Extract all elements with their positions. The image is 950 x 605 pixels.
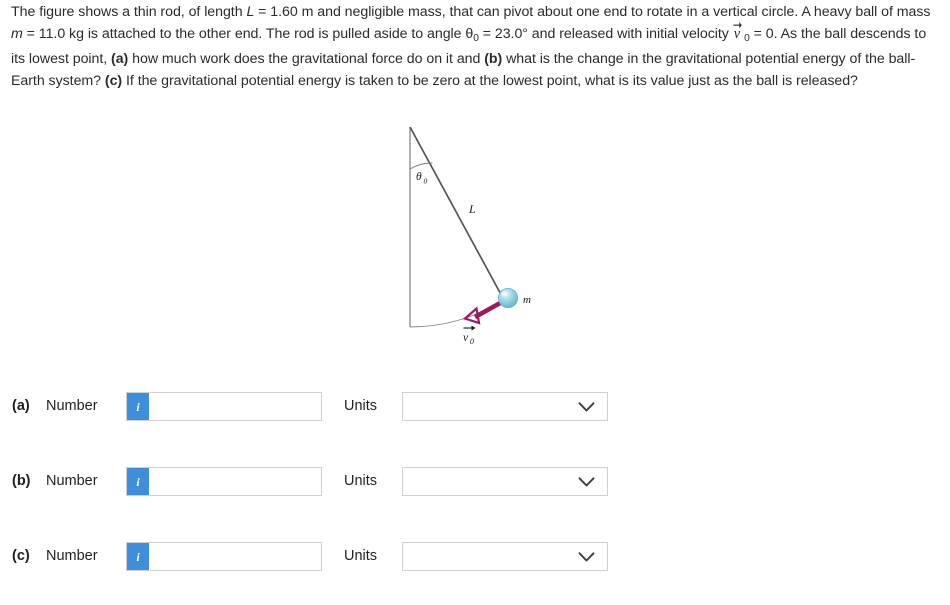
chevron-down-icon-b xyxy=(578,476,595,487)
label-part-c: (c) xyxy=(104,72,123,89)
number-input-a[interactable] xyxy=(149,393,321,420)
answer-row-c-number-field-group: i xyxy=(126,542,322,571)
problem-statement: The figure shows a thin rod, of length L… xyxy=(11,2,939,92)
number-input-b[interactable] xyxy=(149,468,321,495)
svg-text:v: v xyxy=(463,332,469,344)
units-dropdown-b[interactable] xyxy=(402,467,608,496)
info-icon-a[interactable]: i xyxy=(127,393,149,420)
rod-length-label-L: L xyxy=(468,202,476,216)
info-icon-c[interactable]: i xyxy=(127,543,149,570)
rod-line xyxy=(409,126,505,301)
answer-row-a-units-label: Units xyxy=(344,398,378,414)
vector-v-symbol: v xyxy=(733,25,741,42)
answer-row-a-number-label: Number xyxy=(46,398,98,414)
problem-text-L-equation: = 1.60 m and negligible mass, that can p… xyxy=(254,4,931,20)
answer-row-c-units-label: Units xyxy=(344,548,378,564)
mass-label-m: m xyxy=(523,294,531,306)
velocity-arrow xyxy=(462,299,504,325)
chevron-down-icon-a xyxy=(578,401,595,412)
problem-text-part-c: If the gravitational potential energy is… xyxy=(122,72,858,89)
answer-row-c-number-label: Number xyxy=(46,548,98,564)
answer-row-b-number-field-group: i xyxy=(126,467,322,496)
answer-row-a-tag: (a) xyxy=(12,398,30,414)
label-part-a: (a) xyxy=(111,51,129,68)
answer-row-b-units-label: Units xyxy=(344,473,378,489)
ball-highlight xyxy=(501,291,508,297)
label-part-b: (b) xyxy=(484,51,503,68)
answer-row-c-tag: (c) xyxy=(12,548,30,564)
units-dropdown-c[interactable] xyxy=(402,542,608,571)
problem-text-theta-equation: = 23.0° and released with initial veloci… xyxy=(478,25,733,42)
info-icon-b[interactable]: i xyxy=(127,468,149,495)
vector-v0: v xyxy=(733,22,742,46)
ball-mass xyxy=(498,287,519,308)
answer-row-a: (a) Number i Units xyxy=(0,380,650,455)
number-input-c[interactable] xyxy=(149,543,321,570)
answer-row-a-number-field-group: i xyxy=(126,392,322,421)
problem-text-m-equation: = 11.0 kg is attached to the other end. … xyxy=(22,25,466,42)
variable-m: m xyxy=(11,25,23,42)
pendulum-figure: θ 0 L m v 0 xyxy=(380,112,580,360)
units-dropdown-a[interactable] xyxy=(402,392,608,421)
problem-text-part-a: how much work does the gravitational for… xyxy=(128,51,485,68)
pendulum-diagram-svg: θ 0 L m v 0 xyxy=(409,126,531,346)
velocity-label-v0: v 0 xyxy=(463,325,476,346)
answer-row-b-number-label: Number xyxy=(46,473,98,489)
answer-rows-container: (a) Number i Units (b) Number i Units (c… xyxy=(0,380,650,605)
answer-row-b: (b) Number i Units xyxy=(0,455,650,530)
answer-row-b-tag: (b) xyxy=(12,473,31,489)
angle-label-theta-subscript: 0 xyxy=(424,177,428,186)
angle-label-theta: θ xyxy=(416,171,422,183)
chevron-down-icon-c xyxy=(578,551,595,562)
swing-arc xyxy=(409,299,505,328)
svg-text:0: 0 xyxy=(470,337,474,346)
problem-text-part-1: The figure shows a thin rod, of length xyxy=(11,4,247,20)
